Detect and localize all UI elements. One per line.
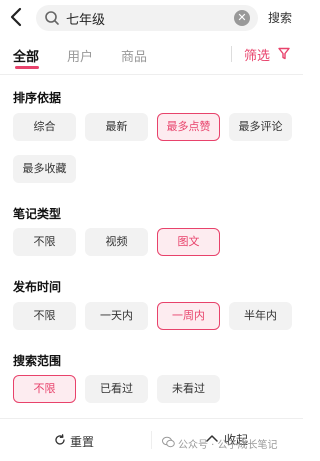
option-chip[interactable]: 最多评论 — [229, 113, 292, 141]
filter-label: 筛选 — [244, 49, 271, 64]
divider — [231, 46, 232, 62]
tab-users[interactable]: 用户 — [67, 46, 93, 65]
section-title-note-type: 笔记类型 — [13, 207, 62, 221]
tab-all[interactable]: 全部 — [13, 46, 39, 65]
option-chip-selected[interactable]: 不限 — [13, 375, 76, 403]
option-chip[interactable]: 视频 — [85, 228, 148, 256]
funnel-icon — [278, 47, 290, 60]
option-chip[interactable]: 一天内 — [85, 302, 148, 330]
filter-button[interactable]: 筛选 — [244, 45, 290, 64]
reset-label: 重置 — [70, 435, 95, 449]
option-chip-selected[interactable]: 图文 — [157, 228, 220, 256]
divider — [0, 74, 303, 75]
divider — [151, 431, 152, 449]
option-chip[interactable]: 最新 — [85, 113, 148, 141]
search-button[interactable]: 搜索 — [268, 9, 292, 26]
option-chip[interactable]: 半年内 — [229, 302, 292, 330]
search-value: 七年级 — [66, 13, 106, 28]
search-input[interactable]: 七年级 ✕ — [36, 5, 258, 31]
option-chip[interactable]: 综合 — [13, 113, 76, 141]
clear-search-button[interactable]: ✕ — [234, 10, 250, 26]
watermark-text: 公众号 · 公子成长笔记 — [178, 440, 278, 451]
section-title-publish-time: 发布时间 — [13, 280, 62, 294]
option-chip[interactable]: 未看过 — [157, 375, 220, 403]
section-title-search-scope: 搜索范围 — [13, 354, 62, 368]
wechat-icon — [162, 436, 175, 448]
active-tab-indicator — [15, 66, 39, 69]
tab-products[interactable]: 商品 — [121, 46, 147, 65]
option-chip[interactable]: 已看过 — [85, 375, 148, 403]
close-icon: ✕ — [237, 11, 247, 24]
back-arrow-icon[interactable] — [6, 6, 28, 28]
option-chip-selected[interactable]: 最多点赞 — [157, 113, 220, 141]
top-bar: 七年级 ✕ 搜索 — [0, 0, 303, 34]
search-icon — [45, 11, 59, 25]
option-chip[interactable]: 不限 — [13, 228, 76, 256]
refresh-icon — [55, 434, 65, 445]
option-chip[interactable]: 最多收藏 — [13, 155, 76, 183]
option-chip[interactable]: 不限 — [13, 302, 76, 330]
option-chip-selected[interactable]: 一周内 — [157, 302, 220, 330]
section-title-sort: 排序依据 — [13, 91, 62, 105]
